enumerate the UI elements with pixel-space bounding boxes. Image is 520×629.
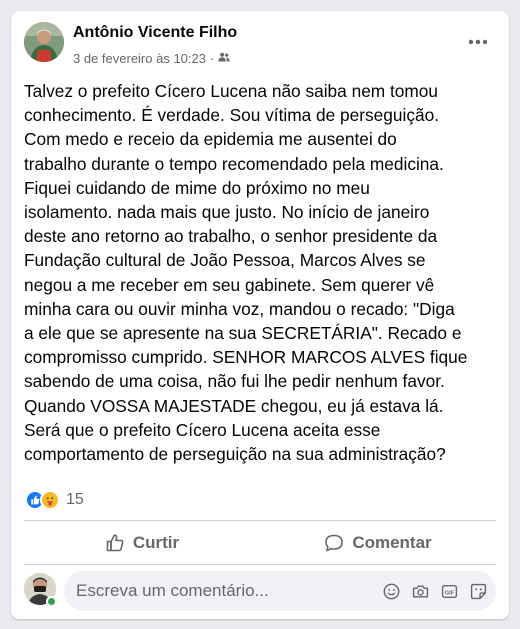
svg-text:GIF: GIF — [445, 590, 455, 596]
comment-button[interactable]: Comentar — [260, 525, 496, 561]
author-avatar[interactable] — [24, 22, 64, 62]
friends-icon[interactable] — [218, 51, 230, 66]
camera-icon[interactable] — [411, 582, 430, 601]
reaction-count: 15 — [66, 491, 84, 508]
comment-icon — [325, 534, 344, 552]
divider — [24, 520, 496, 521]
more-options-button[interactable] — [462, 28, 494, 56]
meta-separator: · — [209, 51, 215, 66]
post-actions: Curtir Comentar — [24, 525, 496, 561]
thumbs-up-icon — [106, 534, 124, 552]
comment-tools: GIF — [382, 582, 496, 601]
reactions-summary[interactable]: 15 — [25, 488, 84, 512]
gif-icon[interactable]: GIF — [440, 582, 459, 601]
post-header: Antônio Vicente Filho 3 de fevereiro às … — [24, 22, 496, 66]
post-card: Antônio Vicente Filho 3 de fevereiro às … — [11, 11, 509, 619]
post-date[interactable]: 3 de fevereiro às 10:23 — [73, 51, 206, 66]
care-icon — [40, 490, 60, 510]
comment-label: Comentar — [352, 533, 432, 552]
reaction-icons — [25, 490, 60, 510]
emoji-icon[interactable] — [382, 582, 401, 601]
comment-input[interactable] — [64, 571, 382, 611]
more-icon — [468, 39, 488, 45]
like-label: Curtir — [132, 533, 180, 552]
divider — [24, 564, 496, 565]
online-status-dot — [46, 596, 57, 607]
comment-box[interactable]: GIF — [64, 571, 496, 611]
comment-composer: GIF — [24, 571, 496, 611]
post-text: Talvez o prefeito Cícero Lucena não saib… — [24, 81, 468, 465]
author-name[interactable]: Antônio Vicente Filho — [73, 24, 237, 42]
post-meta: 3 de fevereiro às 10:23 · — [73, 51, 230, 66]
sticker-icon[interactable] — [469, 582, 488, 601]
like-button[interactable]: Curtir — [24, 525, 260, 561]
